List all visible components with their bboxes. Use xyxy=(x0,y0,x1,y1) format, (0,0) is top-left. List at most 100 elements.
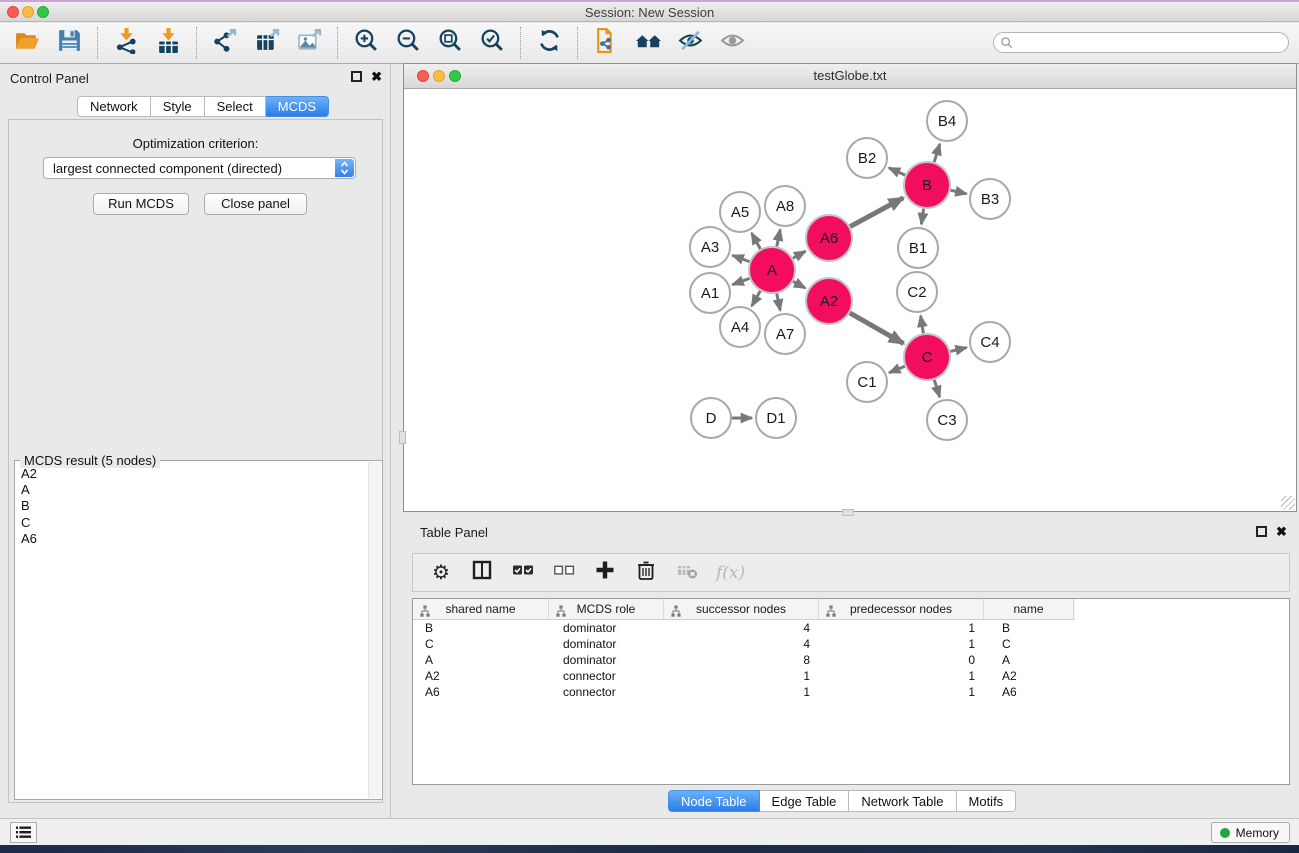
graph-node-A7[interactable]: A7 xyxy=(765,314,805,354)
table-row[interactable]: A6connector11A6 xyxy=(413,684,1289,700)
table-float-panel-icon[interactable] xyxy=(1256,526,1267,537)
close-panel-button[interactable]: Close panel xyxy=(204,193,307,215)
toolbar-button-export-table[interactable] xyxy=(246,26,288,60)
tab-style[interactable]: Style xyxy=(151,96,205,117)
toolbar-button-export-network[interactable] xyxy=(204,26,246,60)
close-panel-icon[interactable]: ✖ xyxy=(371,71,382,82)
tab-node-table[interactable]: Node Table xyxy=(668,790,760,812)
graph-edge-C-C4[interactable] xyxy=(950,348,966,352)
splitter-handle-bottom[interactable] xyxy=(842,509,854,516)
graph-node-C4[interactable]: C4 xyxy=(970,322,1010,362)
table-row[interactable]: Bdominator41B xyxy=(413,620,1289,636)
graph-edge-B-B4[interactable] xyxy=(934,144,940,162)
graph-node-C[interactable]: C xyxy=(904,334,950,380)
result-item[interactable]: C xyxy=(21,515,366,531)
graph-edge-B-B2[interactable] xyxy=(889,168,905,175)
toolbar-button-new-network-from-selection[interactable] xyxy=(585,26,627,60)
column-header-MCDS-role[interactable]: MCDS role xyxy=(549,599,664,619)
graph-edge-C-C1[interactable] xyxy=(889,366,905,373)
network-close-button[interactable] xyxy=(417,70,429,82)
column-header-successor-nodes[interactable]: successor nodes xyxy=(664,599,819,619)
graph-node-B3[interactable]: B3 xyxy=(970,179,1010,219)
tab-edge-table[interactable]: Edge Table xyxy=(760,790,850,812)
tab-network[interactable]: Network xyxy=(77,96,151,117)
graph-node-B2[interactable]: B2 xyxy=(847,138,887,178)
tab-motifs[interactable]: Motifs xyxy=(957,790,1017,812)
toolbar-button-open-session[interactable] xyxy=(6,26,48,60)
network-canvas[interactable]: B4 B2 B B3 A8A5 A6 A3 B1 A C2 A1 A2 A4A7 C4 C C1 D D1 C3 xyxy=(404,90,1296,511)
graph-node-C1[interactable]: C1 xyxy=(847,362,887,402)
result-item[interactable]: A6 xyxy=(21,531,366,547)
graph-edge-B-B3[interactable] xyxy=(950,190,966,194)
column-header-name[interactable]: name xyxy=(984,599,1074,619)
table-tool-settings[interactable]: ⚙ xyxy=(429,560,453,586)
toolbar-button-first-neighbors[interactable] xyxy=(627,26,669,60)
graph-edge-A-A6[interactable] xyxy=(793,251,806,258)
float-panel-icon[interactable] xyxy=(351,71,362,82)
network-zoom-button[interactable] xyxy=(449,70,461,82)
toolbar-button-import-table[interactable] xyxy=(147,26,189,60)
toolbar-button-refresh[interactable] xyxy=(528,26,570,60)
task-history-button[interactable] xyxy=(10,822,37,843)
graph-node-A1[interactable]: A1 xyxy=(690,273,730,313)
graph-node-A3[interactable]: A3 xyxy=(690,227,730,267)
toolbar-button-hide-selected[interactable] xyxy=(669,26,711,60)
graph-edge-A-A4[interactable] xyxy=(752,291,761,306)
result-scrollbar[interactable] xyxy=(368,462,381,798)
graph-node-A8[interactable]: A8 xyxy=(765,186,805,226)
tab-select[interactable]: Select xyxy=(205,96,266,117)
graph-edge-A2-C[interactable] xyxy=(850,313,904,344)
table-tool-select-all[interactable] xyxy=(511,560,535,586)
column-header-predecessor-nodes[interactable]: predecessor nodes xyxy=(819,599,984,619)
run-mcds-button[interactable]: Run MCDS xyxy=(93,193,189,215)
graph-node-C2[interactable]: C2 xyxy=(897,272,937,312)
result-item[interactable]: A2 xyxy=(21,466,366,482)
table-close-panel-icon[interactable]: ✖ xyxy=(1276,526,1287,537)
graph-node-B4[interactable]: B4 xyxy=(927,101,967,141)
graph-edge-A-A1[interactable] xyxy=(733,278,750,284)
splitter-handle-left[interactable] xyxy=(399,431,406,444)
column-header-shared-name[interactable]: shared name xyxy=(413,599,549,619)
toolbar-button-zoom-in[interactable] xyxy=(345,26,387,60)
graph-edge-A-A8[interactable] xyxy=(777,230,780,247)
graph-edge-A-A3[interactable] xyxy=(733,255,750,261)
table-row[interactable]: Adominator80A xyxy=(413,652,1289,668)
network-minimize-button[interactable] xyxy=(433,70,445,82)
table-tool-deselect-all[interactable] xyxy=(552,560,576,586)
result-item[interactable]: A xyxy=(21,482,366,498)
toolbar-button-import-network[interactable] xyxy=(105,26,147,60)
toolbar-button-show-all[interactable] xyxy=(711,26,753,60)
memory-button[interactable]: Memory xyxy=(1211,822,1290,843)
table-row[interactable]: Cdominator41C xyxy=(413,636,1289,652)
toolbar-button-zoom-fit[interactable] xyxy=(429,26,471,60)
graph-edge-B-B1[interactable] xyxy=(921,209,923,224)
graph-node-A[interactable]: A xyxy=(749,247,795,293)
tab-network-table[interactable]: Network Table xyxy=(849,790,956,812)
graph-node-A2[interactable]: A2 xyxy=(806,278,852,324)
graph-node-C3[interactable]: C3 xyxy=(927,400,967,440)
graph-edge-A-A5[interactable] xyxy=(752,233,761,249)
search-input[interactable] xyxy=(1013,34,1288,51)
graph-node-D[interactable]: D xyxy=(691,398,731,438)
graph-edge-C-C3[interactable] xyxy=(934,380,939,397)
toolbar-button-zoom-out[interactable] xyxy=(387,26,429,60)
tab-mcds[interactable]: MCDS xyxy=(266,96,329,117)
graph-node-A4[interactable]: A4 xyxy=(720,307,760,347)
table-tool-show-columns[interactable] xyxy=(470,560,494,586)
table-row[interactable]: A2connector11A2 xyxy=(413,668,1289,684)
graph-node-A6[interactable]: A6 xyxy=(806,215,852,261)
toolbar-button-save-session[interactable] xyxy=(48,26,90,60)
graph-edge-C-C2[interactable] xyxy=(921,316,924,334)
graph-edge-A6-B[interactable] xyxy=(850,198,903,227)
graph-node-D1[interactable]: D1 xyxy=(756,398,796,438)
graph-edge-A-A2[interactable] xyxy=(793,281,805,288)
graph-node-B[interactable]: B xyxy=(904,162,950,208)
result-item[interactable]: B xyxy=(21,498,366,514)
toolbar-button-export-image[interactable] xyxy=(288,26,330,60)
criterion-select[interactable]: largest connected component (directed) xyxy=(43,157,356,179)
graph-node-B1[interactable]: B1 xyxy=(898,228,938,268)
resize-grip[interactable] xyxy=(1281,496,1295,510)
graph-edge-A-A7[interactable] xyxy=(777,294,780,311)
toolbar-button-zoom-selected[interactable] xyxy=(471,26,513,60)
graph-node-A5[interactable]: A5 xyxy=(720,192,760,232)
